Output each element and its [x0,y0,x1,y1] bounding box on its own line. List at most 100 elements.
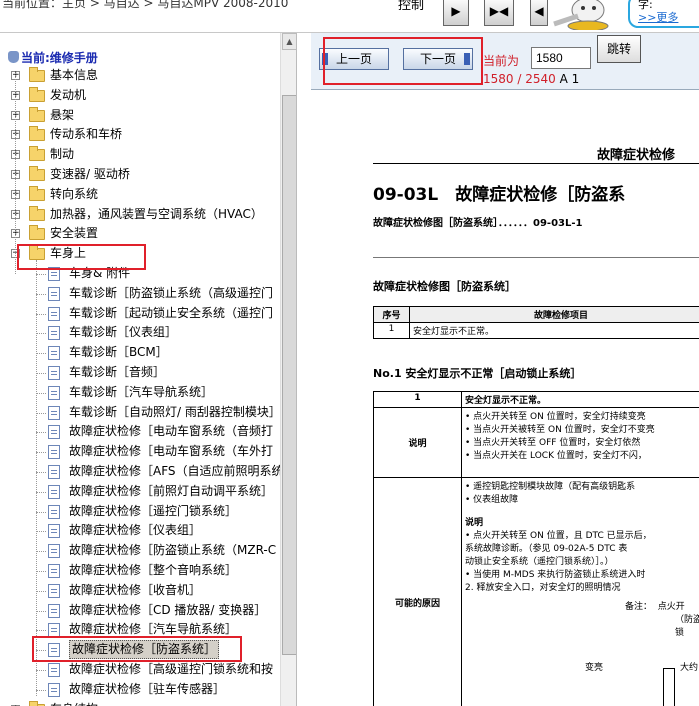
cause-line: • 仪表组故障 [465,495,519,505]
tree-folder[interactable]: + 安全装置 [0,224,280,243]
page-number-input[interactable] [531,47,591,69]
highlight-box [17,244,146,270]
collapse-button[interactable]: ◀ [530,0,548,26]
tree-folder[interactable]: + 制动 [0,145,280,164]
scroll-up-icon[interactable]: ▲ [282,33,296,50]
tree-item[interactable]: 故障症状检修［防盗锁止系统（MZR-C [0,541,280,560]
tree-item[interactable]: 故障症状检修［电动车窗系统（车外打 [0,442,280,461]
tree-folder[interactable]: + 传动系和车桥 [0,125,280,144]
tree-item[interactable]: 故障症状检修［CD 播放器/ 变换器］ [0,601,280,620]
control-label: 控制 [398,0,425,13]
document-icon [48,663,60,677]
tree-connector [36,630,46,632]
tree-item[interactable]: 车载诊断［仪表组］ [0,323,280,342]
arrow-right-icon: ▶ [451,4,461,18]
chart-on-label: 变亮 [585,663,604,673]
doc-title: 09-03L 故障症状检修［防盗系 [373,185,626,205]
chart-approx-label: 大约 [680,663,699,673]
tree-item[interactable]: 故障症状检修［整个音响系统］ [0,561,280,580]
page-count: 1580 / 2540 [483,72,556,86]
next-arrow-button[interactable]: ▶ [443,0,469,26]
scroll-thumb[interactable] [282,95,296,655]
tree-item-label: 车载诊断［仪表组］ [69,325,178,340]
tree-item[interactable]: 故障症状检修［高级遥控门锁系统和按 [0,660,280,679]
split-view-button[interactable]: ▶◀ [484,0,514,26]
header-rule [373,163,699,164]
tree-folder[interactable]: + 车身结构 [0,700,280,706]
tree-item[interactable]: 故障症状检修［收音机］ [0,581,280,600]
tree-item[interactable]: 故障症状检修［遥控门锁系统］ [0,502,280,521]
tree-connector [36,551,46,553]
tree-item[interactable]: 故障症状检修［仪表组］ [0,521,280,540]
tree-scrollbar[interactable]: ▲ [280,33,296,706]
tree-connector [36,392,46,394]
tree-root: 当前:维修手册 [8,49,98,66]
document-icon [48,484,60,499]
tree-item[interactable]: 车载诊断［自动照灯/ 雨刮器控制模块］ [0,403,281,422]
tree-item[interactable]: 车载诊断［起动锁止安全系统（遥控门 [0,304,280,323]
jump-button[interactable]: 跳转 [597,35,641,63]
tree-folder[interactable]: + 加热器，通风装置与空调系统（HVAC） [0,205,280,224]
document-icon [48,544,60,559]
tree-root-label: 当前:维修手册 [21,51,98,65]
symptom-table: 1 安全灯显示不正常。 说明 • 点火开关转至 ON 位置时，安全灯持续变亮 •… [373,391,699,706]
cause-line: • 遥控钥匙控制模块故障（配有高级钥匙系 [465,482,636,492]
tree-folder[interactable]: + 发动机 [0,86,280,105]
document-icon [48,286,60,301]
signal-chart: 变亮 关掉 大约 [465,638,699,706]
tree-panel: 当前:维修手册 + 基本信息 + 发动机 + 悬架 + 传动系和车桥 + 制动 … [0,33,297,706]
tree-folder-label: 变速器/ 驱动桥 [50,167,130,181]
document-icon [48,583,60,598]
tree-item-label: 故障症状检修［防盗锁止系统（MZR-C [69,543,277,558]
top-bar: 当前位置：主页 > 马自达 > 马自达MPV 2008-2010 控制 ▶ ▶◀… [0,0,699,33]
tree-item-label: 故障症状检修［CD 播放器/ 变换器］ [69,602,267,617]
tree-item[interactable]: 故障症状检修［AFS（自适应前照明系统 [0,462,284,481]
tree-connector [36,670,46,671]
cause-line: 动锁止安全系统（遥控门锁系统）］。） [465,557,614,567]
tree-item[interactable]: 故障症状检修［前照灯自动调平系统］ [0,482,280,501]
document-icon [48,405,60,420]
note-line: 备注： 点火开 [625,599,699,612]
tree-folder[interactable]: + 悬架 [0,106,280,125]
document-icon [48,524,60,539]
breadcrumb: 当前位置：主页 > 马自达 > 马自达MPV 2008-2010 [2,0,289,10]
table-cell: 安全灯显示不正常。 [461,391,699,408]
cause-label: 可能的原因 [373,477,462,706]
tree-folder[interactable]: + 转向系统 [0,185,280,204]
tree-item[interactable]: 车载诊断［防盗锁止系统（高级遥控门 [0,284,280,303]
tree-item-label: 车载诊断［BCM］ [69,345,168,360]
document-icon [48,445,60,460]
document-icon [48,425,60,440]
tree-item[interactable]: 车载诊断［汽车导航系统］ [0,383,280,402]
tree-folder[interactable]: + 基本信息 [0,66,280,85]
tree-item[interactable]: 车载诊断［BCM］ [0,343,280,362]
help-balloon: 字: >>更多 [628,0,699,28]
tree-item[interactable]: 故障症状检修［驻车传感器］ [0,680,280,699]
section-rule [373,257,699,258]
tree-item[interactable]: 车载诊断［音频］ [0,363,280,382]
desc-line: • 当点火开关在 LOCK 位置时，安全灯不闪， [465,451,647,461]
tree-item-label: 故障症状检修［AFS（自适应前照明系统 [69,464,284,478]
tree-folder-label: 安全装置 [50,226,99,241]
table-row[interactable]: 1 安全灯显示不正常。 [373,322,699,339]
tree-item-label: 车载诊断［汽车导航系统］ [69,384,214,399]
tree-connector [36,571,46,572]
tree-item-label: 故障症状检修［收音机］ [69,582,202,597]
folder-icon [29,166,45,181]
tree-item-label: 故障症状检修［电动车窗系统（车外打 [69,444,274,459]
cause-line: • 点火开关转至 ON 位置，且 DTC 已显示后， [465,531,652,541]
tree-folder-label: 加热器，通风装置与空调系统（HVAC） [50,206,263,221]
tree-item-label: 故障症状检修［前照灯自动调平系统］ [69,483,274,498]
tree-connector [36,531,46,533]
tree-folder-label: 传动系和车桥 [50,127,123,142]
cause-line: • 当使用 M-MDS 来执行防盗锁止系统进入时 [465,570,646,580]
cause-line: 2. 释放安全入口，对安全灯的照明情况 [465,583,621,593]
page-suffix: A 1 [559,72,580,86]
tree-folder[interactable]: + 变速器/ 驱动桥 [0,165,280,184]
tree-connector [15,73,16,274]
more-link[interactable]: >>更多 [638,11,699,24]
folder-icon [29,185,45,201]
document-icon [48,366,60,380]
document-icon [48,682,60,697]
tree-item[interactable]: 故障症状检修［电动车窗系统（音频打 [0,422,280,441]
